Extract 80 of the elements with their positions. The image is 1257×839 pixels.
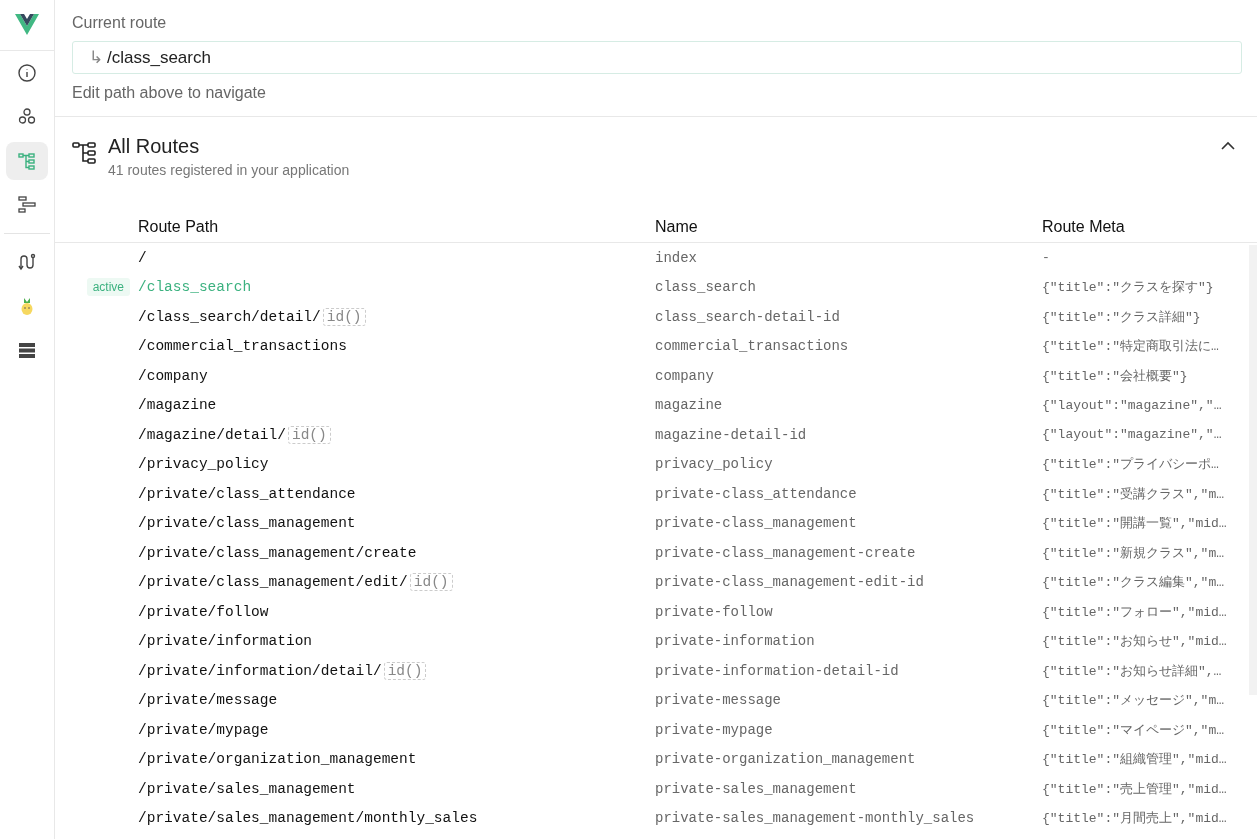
route-name: class_search — [655, 279, 756, 296]
column-header: Route Meta — [1042, 218, 1126, 236]
route-meta: {"title":"新規クラス","m… — [1042, 545, 1225, 561]
storage-icon — [17, 340, 37, 360]
param-tag: id() — [383, 661, 427, 680]
route-name: commercial_transactions — [655, 338, 849, 355]
route-input-field[interactable]: ↳ /class_search — [72, 41, 1242, 74]
route-name: private-sales_management-monthly_sales — [655, 810, 975, 827]
route-name: magazine-detail-id — [655, 426, 807, 443]
section-title: All Routes — [108, 135, 201, 158]
logo-icon — [15, 14, 39, 36]
param-tag: id() — [409, 573, 453, 592]
route-meta: {"title":"フォロー","mid… — [1042, 604, 1227, 620]
route-path[interactable]: /private/sales_management/monthly_sales — [138, 810, 478, 827]
route-name: magazine — [655, 397, 723, 414]
route-path[interactable]: /private/class_attendance — [138, 485, 356, 502]
route-meta: {"title":"クラス詳細"} — [1042, 309, 1201, 325]
route-meta: {"layout":"magazine","… — [1042, 397, 1222, 413]
route-name: private-class_attendance — [655, 485, 857, 502]
route-name: private-organization_management — [655, 751, 916, 768]
route-meta: - — [1042, 250, 1050, 266]
route-meta: {"title":"会社概要"} — [1042, 368, 1188, 384]
route-path-icon — [17, 252, 37, 272]
column-header: Name — [655, 218, 699, 236]
tree-icon — [17, 151, 37, 171]
route-path[interactable]: /private/class_management/create — [138, 544, 417, 561]
route-name: index — [655, 249, 697, 266]
route-meta: {"title":"お知らせ","mid… — [1042, 634, 1227, 650]
column-header: Route Path — [138, 218, 220, 236]
route-meta: {"title":"特定商取引法に… — [1042, 339, 1219, 355]
route-path[interactable]: /magazine/detail/ — [138, 426, 286, 443]
route-path[interactable]: /magazine — [138, 397, 217, 414]
hint-text: Edit path above to navigate — [72, 84, 267, 102]
param-tag: id() — [322, 307, 366, 326]
route-meta: {"title":"開講一覧","mid… — [1042, 516, 1227, 532]
timeline-icon — [17, 195, 37, 215]
route-meta: {"title":"クラス編集","m… — [1042, 575, 1225, 591]
route-path[interactable]: /private/follow — [138, 603, 269, 620]
route-path[interactable]: /commercial_transactions — [138, 338, 347, 355]
route-meta: {"title":"メッセージ","m… — [1042, 693, 1225, 709]
route-meta: {"title":"プライバシーポ… — [1042, 457, 1219, 473]
route-meta: {"title":"クラスを探す"} — [1042, 280, 1214, 296]
route-meta: {"title":"月間売上","mid… — [1042, 811, 1227, 827]
route-path[interactable]: /private/sales_management — [138, 780, 356, 797]
route-path[interactable]: /company — [138, 367, 208, 384]
route-path[interactable]: /class_search/detail/ — [138, 308, 321, 325]
route-meta: {"title":"お知らせ詳細",… — [1042, 663, 1222, 679]
route-name: private-sales_management — [655, 780, 857, 797]
route-name: private-information — [655, 633, 815, 650]
route-name: private-mypage — [655, 721, 773, 738]
route-name: private-information-detail-id — [655, 662, 899, 679]
param-tag: id() — [287, 425, 331, 444]
route-tree-icon — [72, 139, 98, 165]
route-meta: {"title":"組織管理","mid… — [1042, 752, 1227, 768]
route-name: company — [655, 367, 714, 384]
route-name: private-class_management — [655, 515, 857, 532]
route-meta: {"title":"マイページ","m… — [1042, 722, 1225, 738]
route-path[interactable]: /privacy_policy — [138, 456, 269, 473]
section-label: Current route — [72, 14, 168, 32]
route-meta: {"title":"受講クラス","m… — [1042, 486, 1225, 502]
route-name: private-class_management-edit-id — [655, 574, 924, 591]
route-path[interactable]: /private/information/detail/ — [138, 662, 382, 679]
route-path[interactable]: /private/class_management/edit/ — [138, 574, 408, 591]
active-badge: active — [86, 278, 130, 297]
route-name: privacy_policy — [655, 456, 773, 473]
info-icon — [17, 63, 37, 83]
route-meta: {"layout":"magazine","… — [1042, 427, 1222, 443]
route-name: class_search-detail-id — [655, 308, 840, 325]
route-path[interactable]: /private/mypage — [138, 721, 269, 738]
circles-icon — [17, 107, 37, 127]
route-path[interactable]: /private/organization_management — [138, 751, 417, 768]
route-path[interactable]: /private/class_management — [138, 515, 356, 532]
route-path[interactable]: /private/message — [138, 692, 278, 709]
route-path[interactable]: / — [138, 249, 147, 266]
route-name: private-class_management-create — [655, 544, 916, 561]
route-name: private-message — [655, 692, 782, 709]
section-subtitle: 41 routes registered in your application — [108, 162, 351, 178]
route-meta: {"title":"売上管理","mid… — [1042, 781, 1227, 797]
route-path[interactable]: /private/information — [138, 633, 313, 650]
route-name: private-follow — [655, 603, 773, 620]
